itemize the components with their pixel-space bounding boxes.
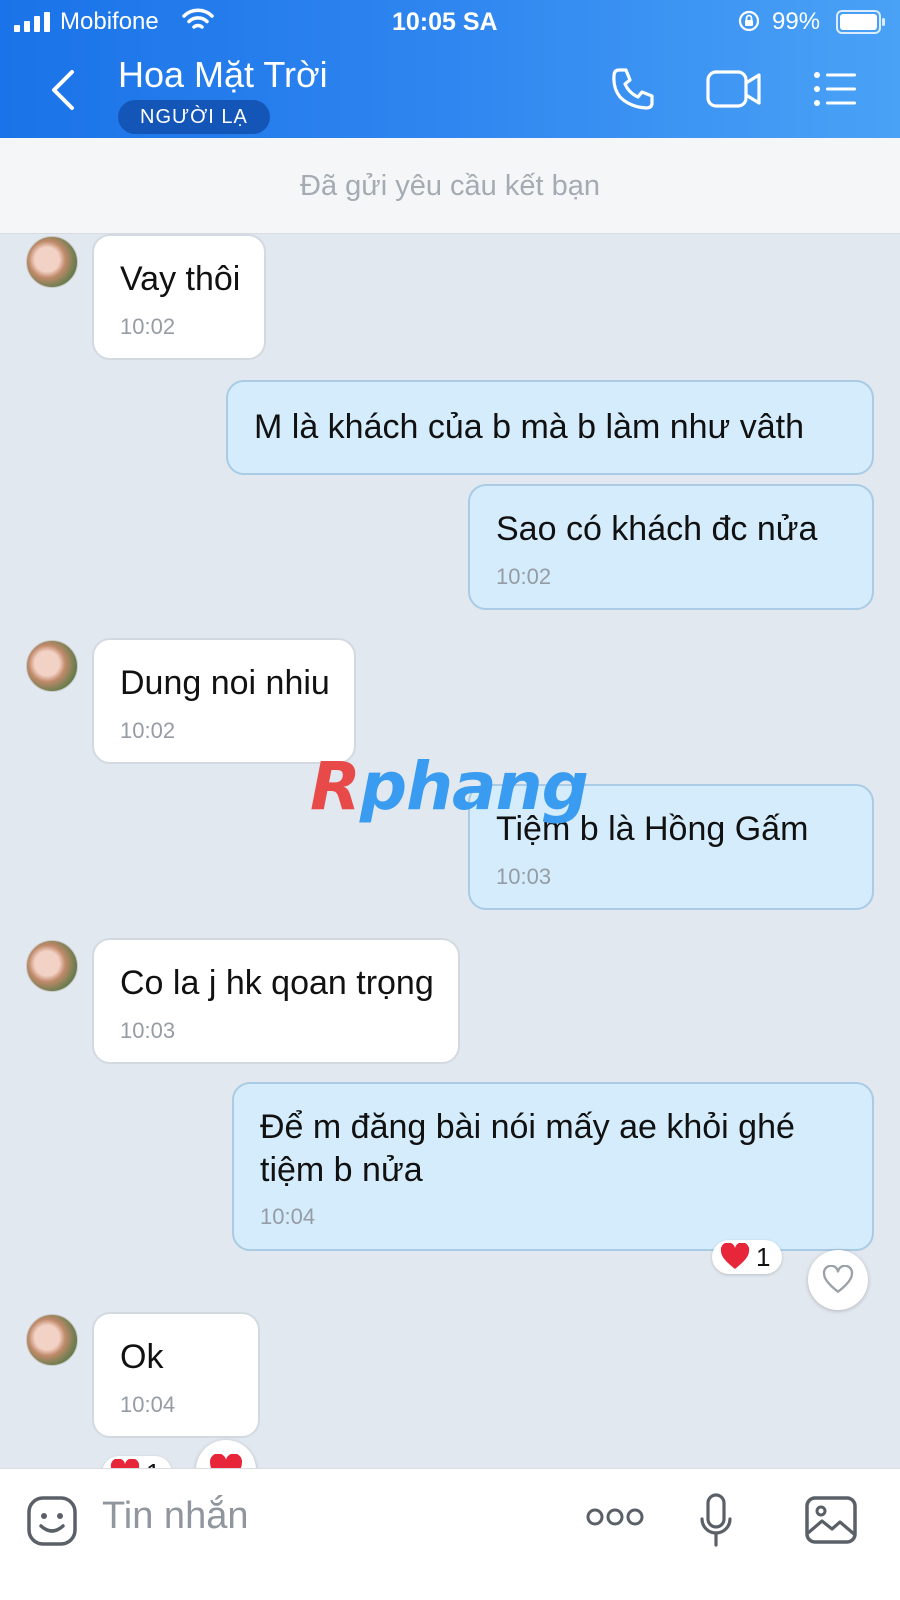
incoming-message[interactable]: Vay thôi 10:02 [92, 234, 267, 360]
battery-percent: 99% [772, 8, 821, 35]
message-text: Để m đăng bài nói mấy ae khỏi ghé tiệm b… [260, 1108, 795, 1189]
wifi-icon [182, 8, 214, 29]
react-button[interactable] [808, 1250, 868, 1310]
reaction-count: 1 [756, 1241, 771, 1272]
stranger-badge: NGƯỜI LẠ [118, 100, 270, 134]
reaction-summary[interactable]: 1 [712, 1240, 783, 1274]
outgoing-message[interactable]: M là khách của b mà b làm như vâth [226, 380, 874, 475]
message-text: M là khách của b mà b làm như vâth [254, 408, 805, 446]
heart-icon [720, 1243, 750, 1269]
video-camera-icon[interactable] [706, 66, 762, 112]
chat-header: Mobifone 10:05 SA 99% Hoa Mặt Trời NGƯỜI… [0, 0, 900, 138]
message-text: Co la j hk qoan trọng [120, 964, 434, 1002]
contact-avatar[interactable] [26, 236, 78, 288]
status-bar: Mobifone 10:05 SA 99% [0, 0, 900, 44]
message-text: Ok [120, 1338, 164, 1376]
status-time: 10:05 SA [392, 8, 498, 36]
chevron-left-icon[interactable] [46, 68, 80, 112]
message-time: 10:02 [120, 717, 176, 743]
outgoing-message[interactable]: Để m đăng bài nói mấy ae khỏi ghé tiệm b… [232, 1082, 874, 1251]
phone-icon[interactable] [610, 66, 656, 112]
signal-icon [14, 12, 50, 32]
message-time: 10:02 [496, 563, 552, 589]
message-time: 10:03 [120, 1017, 176, 1043]
contact-avatar[interactable] [26, 640, 78, 692]
heart-outline-icon [822, 1265, 854, 1293]
image-icon[interactable] [804, 1495, 858, 1545]
message-text: Vay thôi [120, 260, 241, 298]
contact-name[interactable]: Hoa Mặt Trời [118, 54, 328, 96]
friend-request-status: Đã gửi yêu cầu kết bạn [0, 138, 900, 234]
contact-avatar[interactable] [26, 940, 78, 992]
contact-avatar[interactable] [26, 1314, 78, 1366]
message-text: Dung noi nhiu [120, 664, 330, 702]
message-input-bar: Tin nhắn [0, 1468, 900, 1600]
list-menu-icon[interactable] [812, 66, 858, 112]
watermark-logo: Rphang [310, 748, 589, 825]
message-time: 10:04 [120, 1391, 176, 1417]
incoming-message[interactable]: Dung noi nhiu 10:02 [92, 638, 356, 764]
message-input[interactable]: Tin nhắn [102, 1495, 248, 1538]
message-time: 10:04 [260, 1204, 316, 1229]
message-time: 10:03 [496, 863, 552, 889]
microphone-icon[interactable] [700, 1493, 732, 1549]
outgoing-message[interactable]: Sao có khách đc nửa 10:02 [468, 484, 874, 610]
incoming-message[interactable]: Co la j hk qoan trọng 10:03 [92, 938, 460, 1064]
message-text: Sao có khách đc nửa [496, 510, 818, 548]
carrier-label: Mobifone [60, 8, 159, 35]
message-time: 10:02 [120, 313, 176, 339]
incoming-message[interactable]: Ok 10:04 [92, 1312, 260, 1438]
battery-icon [836, 10, 885, 34]
emoji-icon[interactable] [26, 1495, 78, 1547]
more-icon[interactable] [586, 1505, 644, 1529]
orientation-lock-icon [738, 10, 760, 32]
